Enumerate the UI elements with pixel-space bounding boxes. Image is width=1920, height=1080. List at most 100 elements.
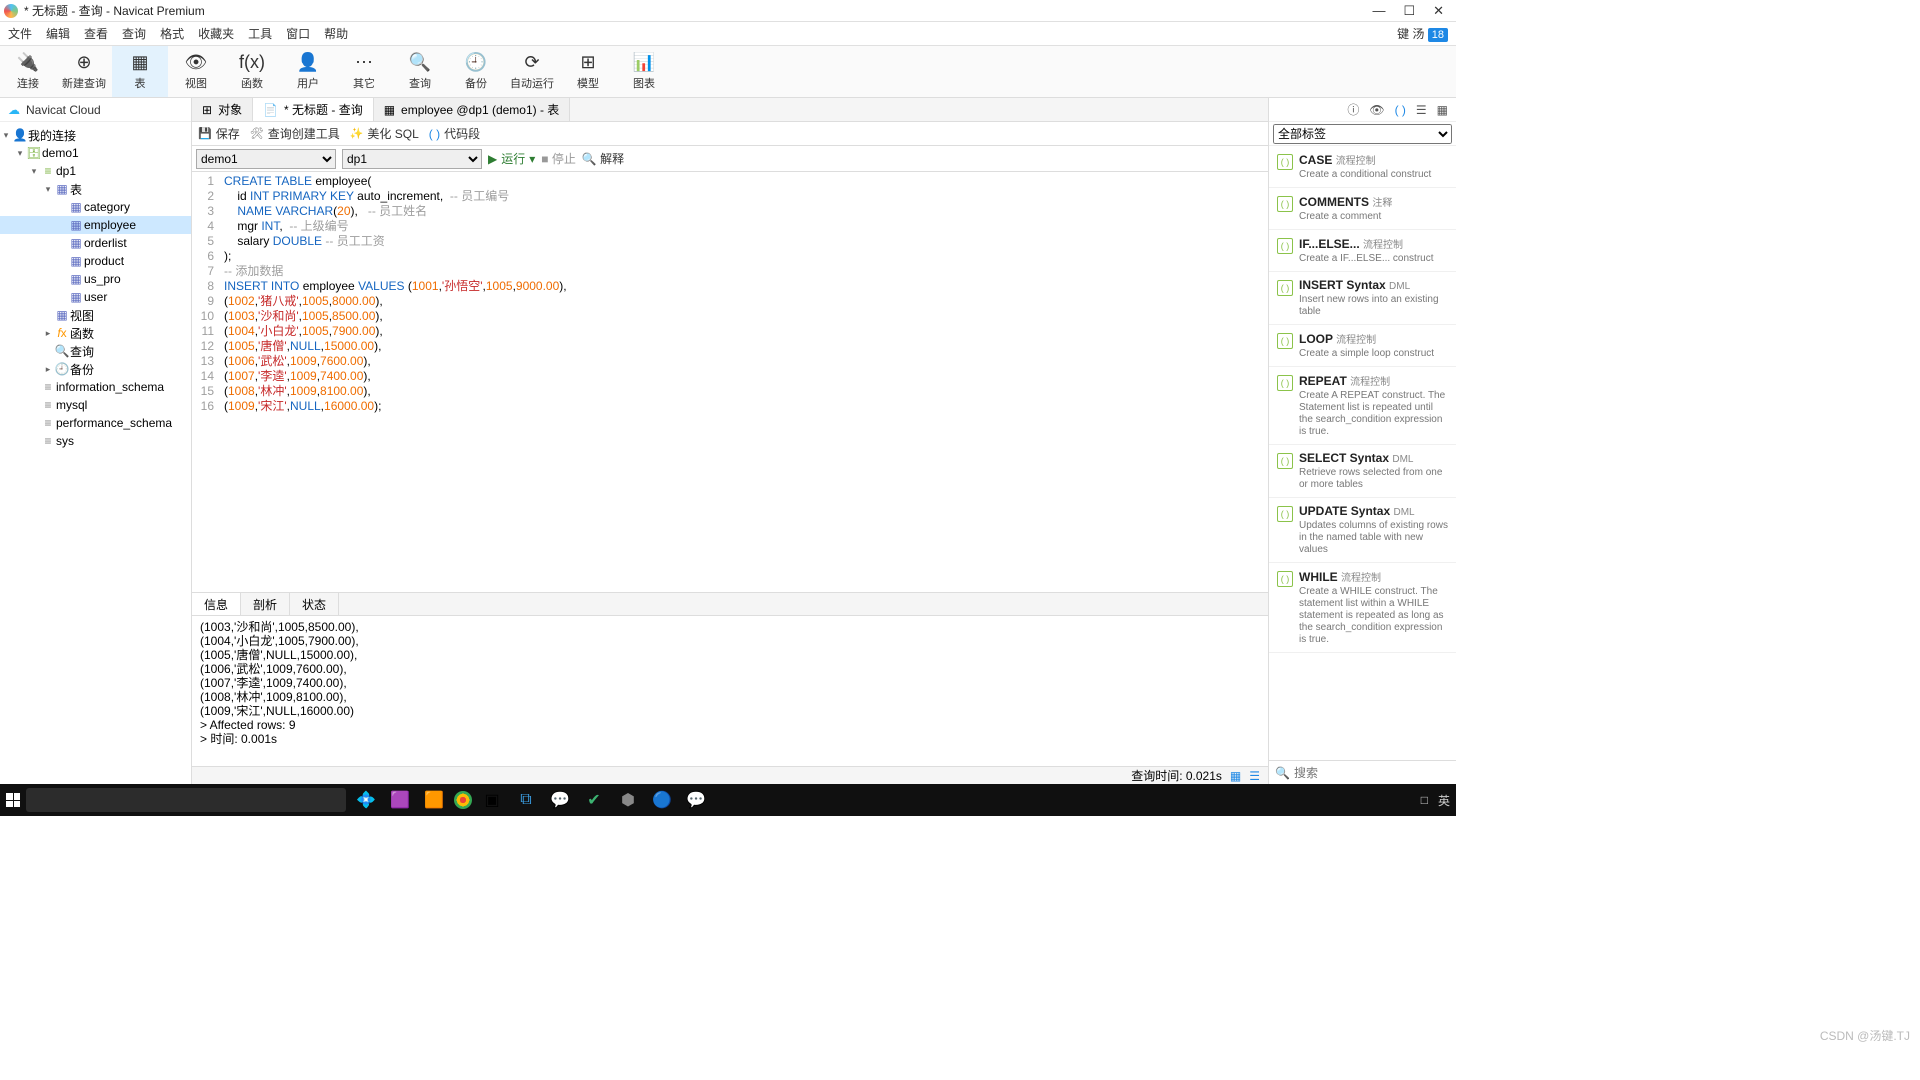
database-select[interactable]: dp1 xyxy=(342,149,482,169)
tree-item-user[interactable]: ▦user xyxy=(0,288,191,306)
grid-view-icon[interactable]: ▦ xyxy=(1230,769,1241,783)
maximize-button[interactable]: ☐ xyxy=(1403,3,1415,19)
snippet-item[interactable]: ( )COMMENTS 注释Create a comment xyxy=(1269,188,1456,230)
eye-icon[interactable]: 👁 xyxy=(1369,103,1384,117)
stop-button[interactable]: ■ 停止 xyxy=(541,150,576,167)
tree-item-表[interactable]: ▾▦表 xyxy=(0,180,191,198)
toolbar-自动运行[interactable]: ⟳自动运行 xyxy=(504,46,560,97)
tree-item-sys[interactable]: ≡sys xyxy=(0,432,191,450)
tree-item-product[interactable]: ▦product xyxy=(0,252,191,270)
task-icon[interactable]: ⧉ xyxy=(512,786,540,814)
snippet-icon: ( ) xyxy=(1277,196,1293,212)
menu-item[interactable]: 格式 xyxy=(160,25,184,42)
taskbar-search[interactable] xyxy=(26,788,346,812)
tree-item-us_pro[interactable]: ▦us_pro xyxy=(0,270,191,288)
editor-tab[interactable]: 📄* 无标题 - 查询 xyxy=(253,98,374,121)
result-tab-信息[interactable]: 信息 xyxy=(192,593,241,615)
snippet-item[interactable]: ( )REPEAT 流程控制Create A REPEAT construct.… xyxy=(1269,367,1456,445)
explain-button[interactable]: 🔍 解释 xyxy=(582,150,624,167)
task-icon[interactable]: 💬 xyxy=(546,786,574,814)
menu-item[interactable]: 查看 xyxy=(84,25,108,42)
windows-taskbar[interactable]: 💠 🟪 🟧 ▣ ⧉ 💬 ✔ ⬢ 🔵 💬 □英 xyxy=(0,784,1456,816)
tree-item-employee[interactable]: ▦employee xyxy=(0,216,191,234)
editor-tab[interactable]: ▦employee @dp1 (demo1) - 表 xyxy=(374,98,571,121)
snippet-item[interactable]: ( )INSERT Syntax DMLInsert new rows into… xyxy=(1269,272,1456,325)
toolbar-label: 视图 xyxy=(185,75,207,91)
task-icon[interactable]: 🔵 xyxy=(648,786,676,814)
snippet-search-input[interactable] xyxy=(1294,766,1450,780)
editor-tab[interactable]: ⊞对象 xyxy=(192,98,253,121)
tree-item-category[interactable]: ▦category xyxy=(0,198,191,216)
tree-item-备份[interactable]: ▸🕘备份 xyxy=(0,360,191,378)
tree-item-查询[interactable]: 🔍查询 xyxy=(0,342,191,360)
tree-item-视图[interactable]: ▦视图 xyxy=(0,306,191,324)
snippet-item[interactable]: ( )LOOP 流程控制Create a simple loop constru… xyxy=(1269,325,1456,367)
menu-item[interactable]: 帮助 xyxy=(324,25,348,42)
save-button[interactable]: 💾保存 xyxy=(198,125,240,142)
toolbar-连接[interactable]: 🔌连接 xyxy=(0,46,56,97)
task-icon[interactable]: 🟧 xyxy=(420,786,448,814)
snippet-item[interactable]: ( )SELECT Syntax DMLRetrieve rows select… xyxy=(1269,445,1456,498)
toolbar-备份[interactable]: 🕘备份 xyxy=(448,46,504,97)
toolbar-表[interactable]: ▦表 xyxy=(112,46,168,97)
snippet-item[interactable]: ( )WHILE 流程控制Create a WHILE construct. T… xyxy=(1269,563,1456,653)
connection-select[interactable]: demo1 xyxy=(196,149,336,169)
braces-icon[interactable]: ( ) xyxy=(1395,103,1406,117)
menu-item[interactable]: 收藏夹 xyxy=(198,25,234,42)
code-area[interactable]: CREATE TABLE employee( id INT PRIMARY KE… xyxy=(220,172,1268,592)
result-tab-剖析[interactable]: 剖析 xyxy=(241,593,290,615)
code-snippet-button[interactable]: ( )代码段 xyxy=(429,125,480,142)
toolbar-图表[interactable]: 📊图表 xyxy=(616,46,672,97)
toolbar-查询[interactable]: 🔍查询 xyxy=(392,46,448,97)
close-button[interactable]: ✕ xyxy=(1433,3,1444,19)
navicat-cloud-button[interactable]: ☁ Navicat Cloud xyxy=(0,98,191,122)
task-icon[interactable]: 💬 xyxy=(682,786,710,814)
run-button[interactable]: ▶ 运行 ▾ xyxy=(488,150,535,167)
task-icon[interactable]: 🟪 xyxy=(386,786,414,814)
system-tray[interactable]: □英 xyxy=(1421,792,1450,809)
tree-item-mysql[interactable]: ≡mysql xyxy=(0,396,191,414)
toolbar-模型[interactable]: ⊞模型 xyxy=(560,46,616,97)
result-tab-状态[interactable]: 状态 xyxy=(290,593,339,615)
tree-item-orderlist[interactable]: ▦orderlist xyxy=(0,234,191,252)
toolbar-视图[interactable]: 👁视图 xyxy=(168,46,224,97)
task-icon[interactable]: ▣ xyxy=(478,786,506,814)
list-icon[interactable]: ☰ xyxy=(1416,103,1427,117)
form-view-icon[interactable]: ☰ xyxy=(1249,769,1260,783)
task-icon[interactable]: 💠 xyxy=(352,786,380,814)
toolbar-icon: 🕘 xyxy=(465,52,487,73)
toolbar-其它[interactable]: ⋯其它 xyxy=(336,46,392,97)
snippet-filter-select[interactable]: 全部标签 xyxy=(1273,124,1452,144)
task-icon[interactable]: ✔ xyxy=(580,786,608,814)
toolbar-用户[interactable]: 👤用户 xyxy=(280,46,336,97)
tree-item-demo1[interactable]: ▾🗄demo1 xyxy=(0,144,191,162)
menu-item[interactable]: 工具 xyxy=(248,25,272,42)
start-button[interactable] xyxy=(6,793,20,807)
tree-item-我的连接[interactable]: ▾👤我的连接 xyxy=(0,126,191,144)
beautify-sql-button[interactable]: ✨美化 SQL xyxy=(350,125,419,142)
sql-editor[interactable]: 12345678910111213141516 CREATE TABLE emp… xyxy=(192,172,1268,592)
menu-item[interactable]: 窗口 xyxy=(286,25,310,42)
toolbar-icon: 🔌 xyxy=(17,52,39,73)
query-builder-button[interactable]: 🛠查询创建工具 xyxy=(250,125,340,142)
tree-item-函数[interactable]: ▸fx函数 xyxy=(0,324,191,342)
tree-item-dp1[interactable]: ▾≡dp1 xyxy=(0,162,191,180)
snippet-item[interactable]: ( )IF...ELSE... 流程控制Create a IF...ELSE..… xyxy=(1269,230,1456,272)
menu-item[interactable]: 查询 xyxy=(122,25,146,42)
snippet-item[interactable]: ( )CASE 流程控制Create a conditional constru… xyxy=(1269,146,1456,188)
snippet-item[interactable]: ( )UPDATE Syntax DMLUpdates columns of e… xyxy=(1269,498,1456,563)
info-icon[interactable]: ⓘ xyxy=(1347,101,1359,118)
tree-item-information_schema[interactable]: ≡information_schema xyxy=(0,378,191,396)
task-icon[interactable]: ⬢ xyxy=(614,786,642,814)
grid-icon[interactable]: ▦ xyxy=(1437,103,1448,117)
menu-item[interactable]: 编辑 xyxy=(46,25,70,42)
tree-item-performance_schema[interactable]: ≡performance_schema xyxy=(0,414,191,432)
notification-badge[interactable]: 18 xyxy=(1428,28,1448,42)
toolbar-icon: ⟳ xyxy=(524,52,539,73)
toolbar-新建查询[interactable]: ⊕新建查询 xyxy=(56,46,112,97)
minimize-button[interactable]: — xyxy=(1372,3,1385,19)
menu-item[interactable]: 文件 xyxy=(8,25,32,42)
toolbar-函数[interactable]: f(x)函数 xyxy=(224,46,280,97)
task-icon[interactable] xyxy=(454,791,472,809)
user-label[interactable]: 键 汤 xyxy=(1397,27,1424,41)
